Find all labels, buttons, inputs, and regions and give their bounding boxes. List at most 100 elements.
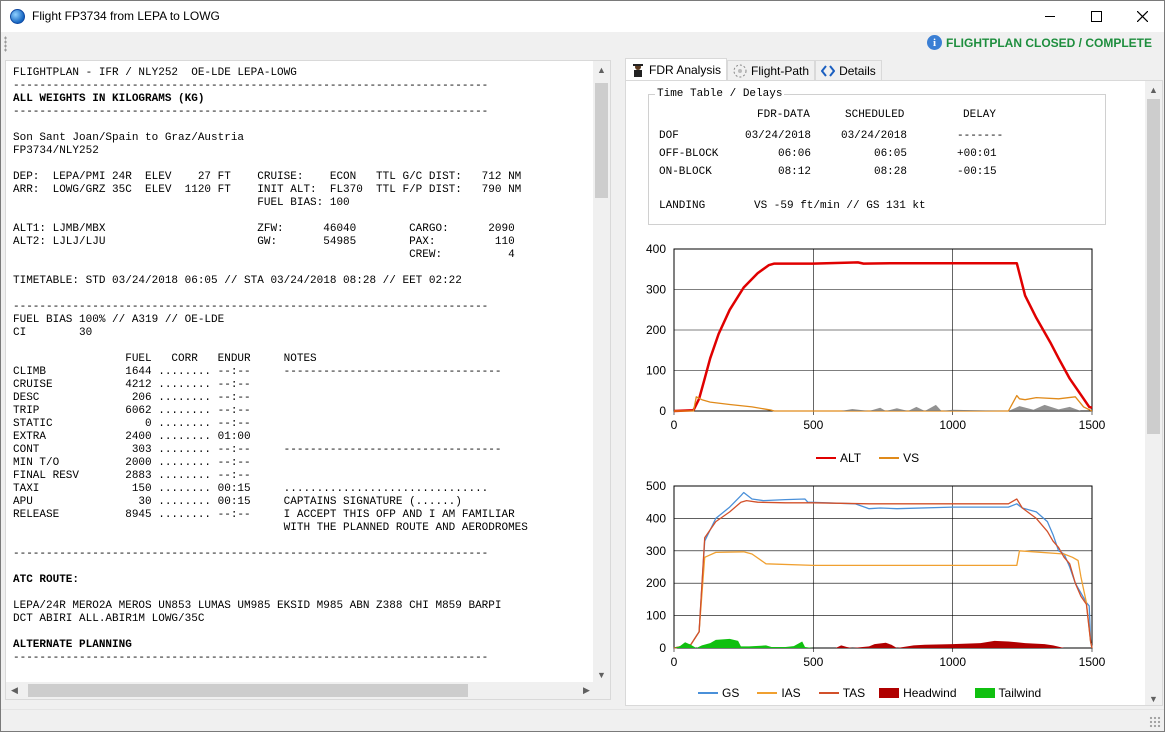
- x-tick-label: 0: [671, 418, 678, 432]
- ofp-line: WITH THE PLANNED ROUTE AND AERODROMES: [13, 522, 528, 534]
- tab-label: Flight-Path: [751, 64, 810, 78]
- scroll-up-icon[interactable]: ▲: [1145, 81, 1162, 98]
- ofp-line: RELEASE 8945 ........ --:-- I ACCEPT THI…: [13, 509, 515, 521]
- ofp-line: TIMETABLE: STD 03/24/2018 06:05 // STA 0…: [13, 275, 462, 287]
- row-label: ON-BLOCK: [659, 166, 712, 178]
- ofp-line: FP3734/NLY252: [13, 145, 99, 157]
- analysis-vscroll-thumb[interactable]: [1147, 99, 1160, 434]
- ofp-vertical-scrollbar[interactable]: ▲ ▼: [593, 61, 610, 683]
- row-fdr: 06:06: [777, 148, 811, 160]
- legend-label: GS: [722, 686, 740, 700]
- tab-flight-path[interactable]: Flight-Path: [727, 60, 816, 81]
- resize-grip-icon[interactable]: [1149, 716, 1161, 728]
- y-tick-label: 300: [646, 544, 666, 558]
- globe-icon: [10, 9, 25, 24]
- ofp-line: CONT 303 ........ --:-- ----------------…: [13, 444, 502, 456]
- scroll-up-icon[interactable]: ▲: [593, 61, 610, 78]
- legend-swatch: [818, 692, 839, 694]
- ofp-line: [13, 561, 528, 574]
- legend-label: Tailwind: [998, 686, 1042, 700]
- legend-label: Headwind: [903, 686, 957, 700]
- ofp-line: ALTERNATE PLANNING: [13, 639, 132, 651]
- ofp-line: CLIMB 1644 ........ --:-- --------------…: [13, 366, 502, 378]
- ofp-line: ----------------------------------------…: [13, 106, 489, 118]
- ofp-line: Son Sant Joan/Spain to Graz/Austria: [13, 132, 245, 144]
- ofp-text-panel[interactable]: FLIGHTPLAN - IFR / NLY252 OE-LDE LEPA-LO…: [5, 60, 611, 700]
- altitude-vs-chart: 0 100 200 300 400 0 500 1000 1500: [646, 242, 1106, 432]
- fdr-analysis-panel: Time Table / Delays FDR-DATA SCHEDULED D…: [625, 80, 1163, 706]
- code-icon: [821, 65, 836, 77]
- row-scheduled: 06:05: [873, 148, 907, 160]
- title-bar[interactable]: Flight FP3734 from LEPA to LOWG: [1, 1, 1164, 32]
- ofp-line: [13, 262, 528, 275]
- analysis-vertical-scrollbar[interactable]: ▲ ▼: [1145, 81, 1162, 705]
- col-scheduled-header: SCHEDULED: [845, 109, 905, 121]
- legend-swatch: [757, 692, 778, 694]
- ofp-line: ALT1: LJMB/MBX ZFW: 46040 CARGO: 2090: [13, 223, 515, 235]
- legend-swatch: [879, 457, 900, 459]
- ofp-line: [13, 626, 528, 639]
- ofp-line: DESC 206 ........ --:--: [13, 392, 251, 404]
- y-tick-label: 400: [646, 242, 666, 256]
- row-scheduled: 03/24/2018: [840, 130, 907, 142]
- y-tick-label: 300: [646, 283, 666, 297]
- ofp-line: FUEL BIAS 100% // A319 // OE-LDE: [13, 314, 225, 326]
- close-icon: [1136, 11, 1148, 22]
- scroll-down-icon[interactable]: ▼: [1145, 690, 1162, 705]
- panel-splitter[interactable]: [614, 60, 622, 705]
- tab-details[interactable]: Details: [815, 60, 882, 81]
- ofp-line: [13, 158, 528, 171]
- y-tick-label: 400: [646, 511, 666, 525]
- close-button[interactable]: [1119, 1, 1165, 32]
- status-bar: [1, 709, 1164, 731]
- ofp-line: LEPA/24R MERO2A MEROS UN853 LUMAS UM985 …: [13, 600, 502, 612]
- col-delay-header: DELAY: [963, 109, 997, 121]
- y-tick-label: 200: [646, 576, 666, 590]
- radar-icon: [733, 64, 747, 78]
- landing-value: VS -59 ft/min // GS 131 kt: [754, 200, 926, 212]
- x-tick-label: 500: [803, 418, 823, 432]
- ofp-line: [13, 587, 528, 600]
- timetable-title: Time Table / Delays: [655, 88, 785, 100]
- ofp-text: FLIGHTPLAN - IFR / NLY252 OE-LDE LEPA-LO…: [13, 67, 528, 665]
- ofp-line: CI 30: [13, 327, 93, 339]
- ofp-line: [13, 340, 528, 353]
- row-fdr: 03/24/2018: [744, 130, 811, 142]
- ofp-hscroll-thumb[interactable]: [28, 684, 468, 697]
- x-tick-label: 1500: [1079, 418, 1106, 432]
- ofp-line: [13, 535, 528, 548]
- y-tick-label: 200: [646, 323, 666, 337]
- maximize-button[interactable]: [1073, 1, 1119, 32]
- toolbar-grip[interactable]: [4, 36, 7, 52]
- ofp-line: DCT ABIRI ALL.ABIR1M LOWG/35C: [13, 613, 205, 625]
- tab-label: Details: [839, 64, 876, 78]
- scroll-down-icon[interactable]: ▼: [593, 666, 610, 683]
- row-delay: -00:15: [957, 166, 997, 178]
- tab-strip: FDR Analysis Flight-Path Details: [625, 58, 882, 81]
- scroll-left-icon[interactable]: ◀: [6, 682, 23, 699]
- ofp-line: ----------------------------------------…: [13, 80, 489, 92]
- legend-label: VS: [903, 451, 920, 465]
- y-tick-label: 100: [646, 364, 666, 378]
- y-tick-label: 0: [659, 641, 666, 655]
- ofp-line: FUEL CORR ENDUR NOTES: [13, 353, 317, 365]
- landing-label: LANDING: [659, 200, 706, 212]
- ofp-horizontal-scrollbar[interactable]: ◀ ▶: [6, 682, 595, 699]
- x-tick-label: 500: [803, 655, 823, 669]
- ofp-line: DEP: LEPA/PMI 24R ELEV 27 FT CRUISE: ECO…: [13, 171, 522, 183]
- legend-swatch: [879, 688, 900, 698]
- minimize-button[interactable]: [1027, 1, 1073, 32]
- tab-label: FDR Analysis: [649, 63, 722, 77]
- timetable-group: Time Table / Delays FDR-DATA SCHEDULED D…: [648, 88, 1106, 225]
- ofp-line: [13, 119, 528, 132]
- row-delay: -------: [957, 130, 1004, 142]
- ofp-vscroll-thumb[interactable]: [595, 83, 608, 198]
- ofp-line: FINAL RESV 2883 ........ --:--: [13, 470, 251, 482]
- tab-fdr-analysis[interactable]: FDR Analysis: [625, 58, 728, 81]
- speed-wind-chart: 0 100 200 300 400 500 0 500 1000 1500: [646, 479, 1106, 669]
- legend-label: TAS: [842, 686, 866, 700]
- ofp-line: FUEL BIAS: 100: [13, 197, 350, 209]
- y-tick-label: 0: [659, 404, 666, 418]
- app-window: Flight FP3734 from LEPA to LOWG i FLIGHT…: [0, 0, 1165, 732]
- row-delay: +00:01: [957, 148, 997, 160]
